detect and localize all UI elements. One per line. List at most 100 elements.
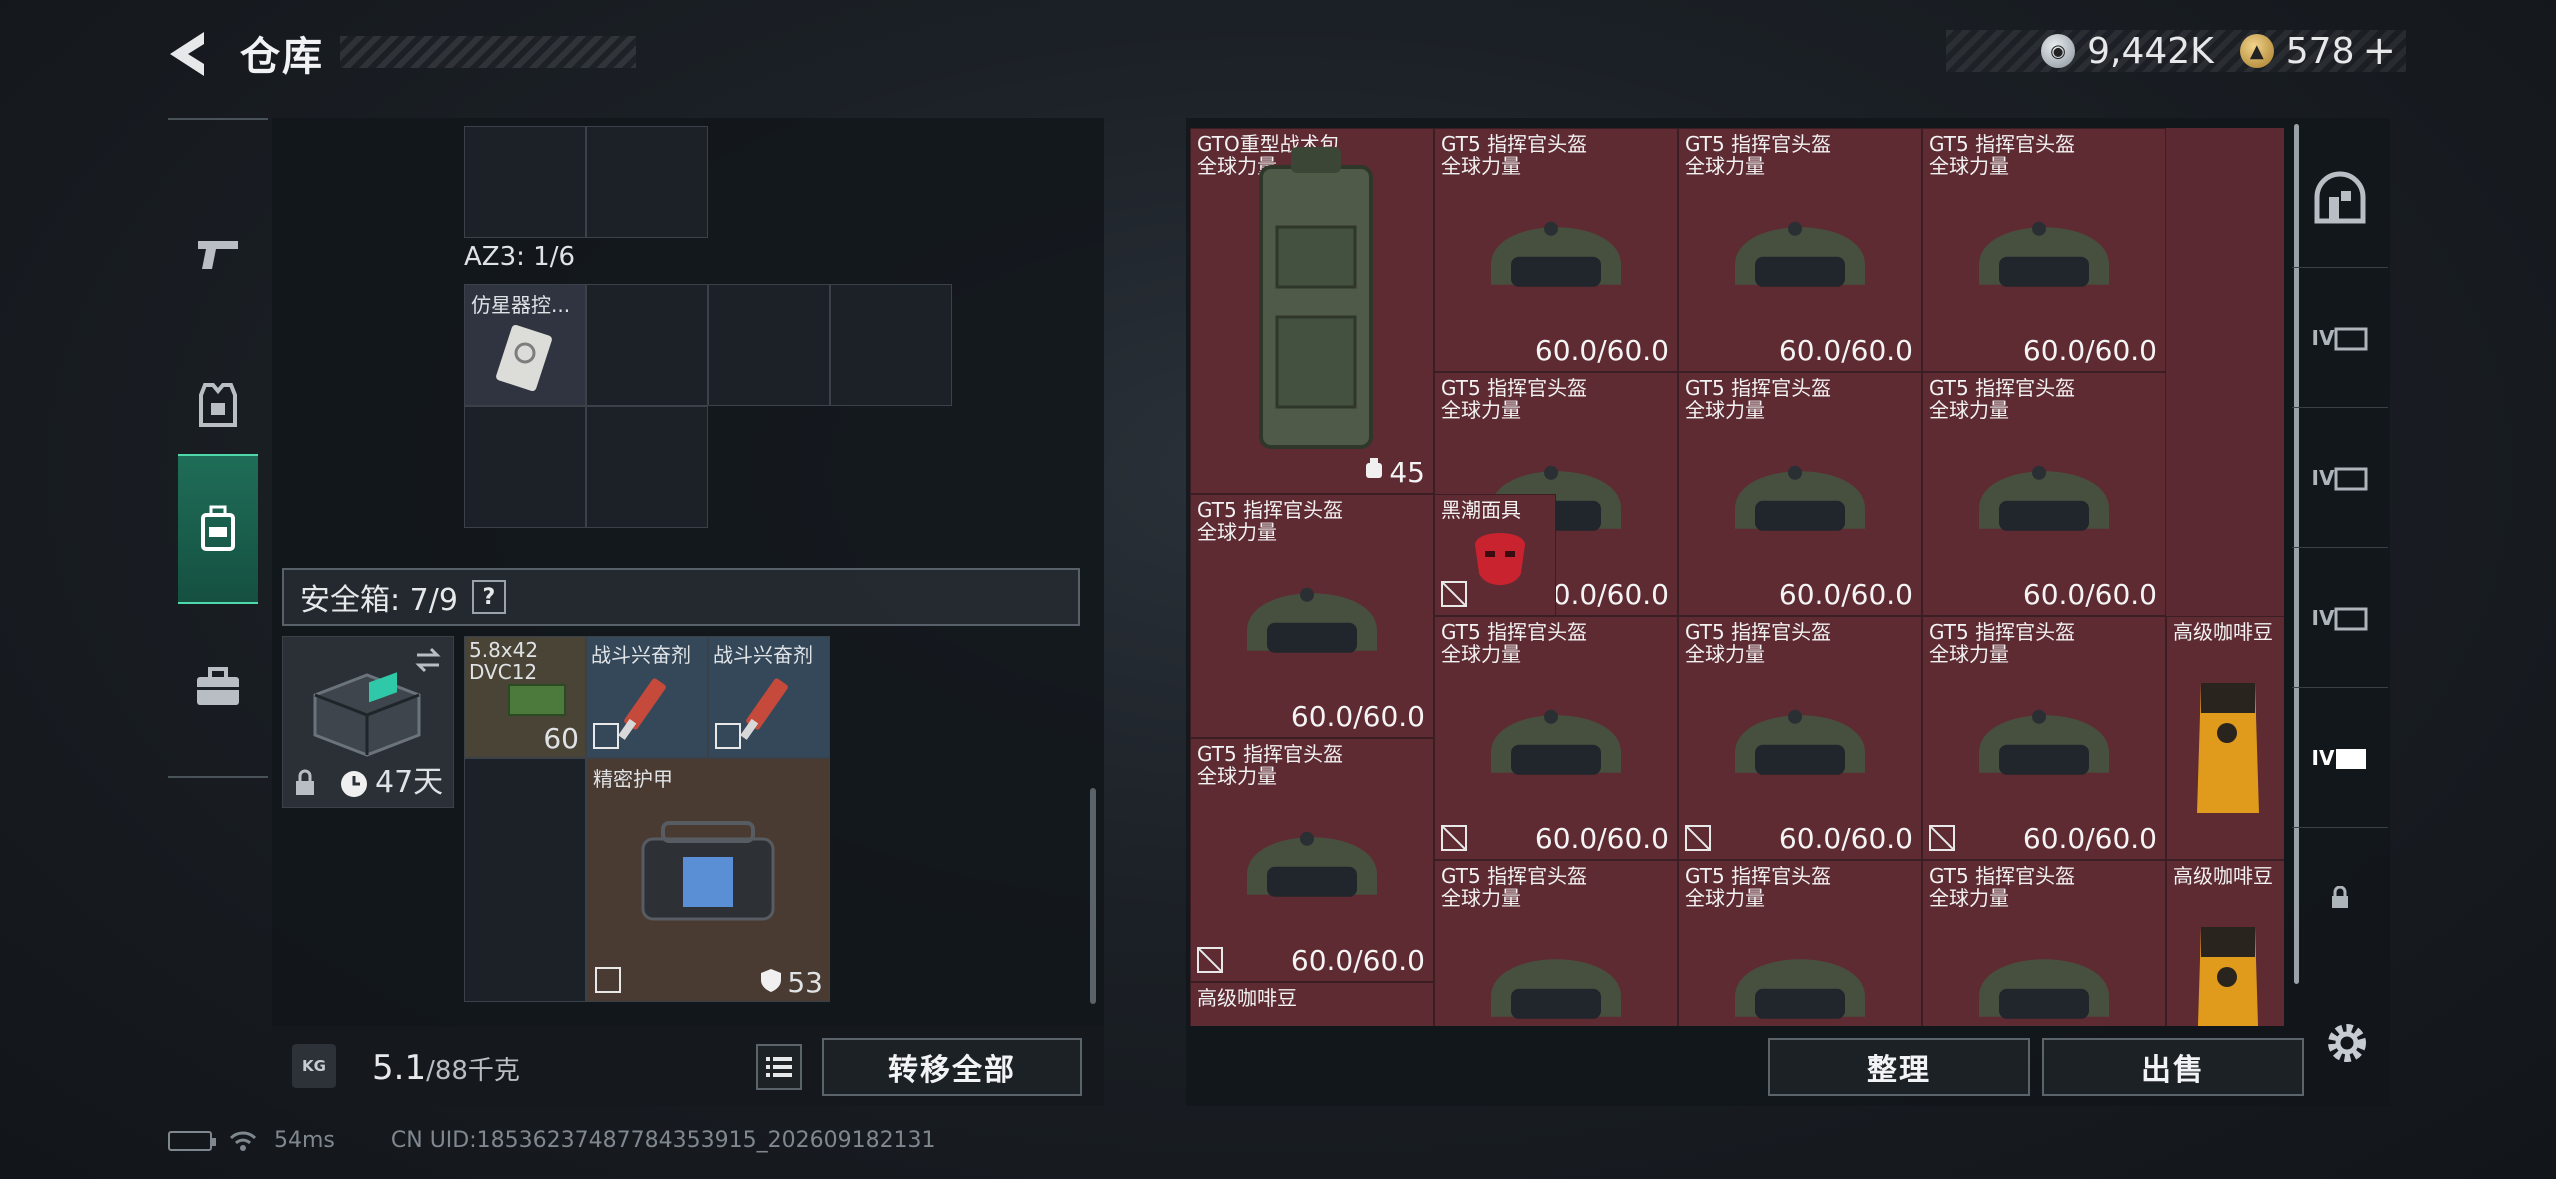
battery-icon — [168, 1130, 216, 1151]
helmet-icon — [1247, 587, 1377, 653]
item-name: 高级咖啡豆 — [2173, 864, 2273, 888]
item-name: GT5 指挥官头盔 全球力量 — [1685, 376, 1832, 422]
stimulant-item[interactable]: 战斗兴奋剂 — [708, 636, 830, 758]
mask-icon — [1475, 533, 1525, 585]
shelf-icon — [2336, 748, 2367, 769]
helmet-item[interactable]: GT5 指挥官头盔 全球力量 60.0/60.0 — [1678, 616, 1922, 860]
safe-box-label: 安全箱: 7/9 — [300, 583, 458, 618]
grid-slot[interactable] — [586, 406, 708, 528]
item-name: GT5 指挥官头盔 全球力量 — [1929, 132, 2076, 178]
safe-box-bar: 安全箱: 7/9 ? — [282, 568, 1080, 626]
ammo-box-icon — [508, 684, 566, 716]
helmet-item[interactable]: GT5 指挥官头盔 全球力量 — [1434, 860, 1678, 1026]
controller-device-icon — [496, 324, 552, 392]
rail-item-page-4[interactable]: IV — [2292, 688, 2388, 828]
weight-max: /88千克 — [426, 1056, 520, 1086]
coffee-bag-icon — [2197, 927, 2259, 1026]
az3-capacity-label: AZ3: 1/6 — [464, 242, 576, 272]
backpack-item[interactable]: GTO重型战术包 全球力量 45 — [1190, 128, 1434, 494]
add-currency-button[interactable]: + — [2362, 28, 2396, 74]
organize-button[interactable]: 整理 — [1768, 1038, 2030, 1096]
item-durability: 60.0/60.0 — [1778, 334, 1913, 367]
coffee-item[interactable]: 高级咖啡豆 — [1190, 982, 1434, 1026]
lock-icon — [2332, 886, 2348, 908]
helmet-icon — [1491, 709, 1621, 775]
shelf-icon — [2334, 607, 2368, 630]
safe-box-card[interactable]: 47天 — [282, 636, 454, 808]
mask-item[interactable]: 黑潮面具 — [1434, 494, 1556, 616]
toolbox-icon — [197, 667, 239, 705]
helmet-icon — [1491, 221, 1621, 287]
helmet-item[interactable]: GT5 指挥官头盔 全球力量 60.0/60.0 — [1678, 128, 1922, 372]
list-icon — [766, 1057, 792, 1077]
item-name: GT5 指挥官头盔 全球力量 — [1197, 742, 1344, 788]
item-durability: 60.0/60.0 — [1778, 822, 1913, 855]
weight-bar: KG 5.1/88千克 转移全部 — [272, 1026, 1104, 1106]
helmet-item[interactable]: GT5 指挥官头盔 全球力量 60.0/60.0 — [1434, 128, 1678, 372]
container-panel: AZ3: 1/6 仿星器控... 安全箱: 7/9 ? 47天 5.8x42 D… — [272, 118, 1104, 1106]
weight-value: 5.1/88千克 — [372, 1048, 520, 1088]
rail-item-page-2[interactable]: IV — [2292, 408, 2388, 548]
warehouse-icon — [2314, 171, 2366, 223]
item-qty: 45 — [1389, 456, 1425, 489]
gold-amount: 578 — [2285, 30, 2355, 72]
item-durability: 60.0/60.0 — [1290, 700, 1425, 733]
helmet-item[interactable]: GT5 指挥官头盔 全球力量 60.0/60.0 — [1922, 128, 2166, 372]
grid-slot[interactable] — [586, 284, 708, 406]
item-name: GT5 指挥官头盔 全球力量 — [1441, 376, 1588, 422]
helmet-item[interactable]: GT5 指挥官头盔 全球力量 — [1922, 860, 2166, 1026]
helmet-item[interactable]: GT5 指挥官头盔 全球力量 — [1678, 860, 1922, 1026]
stimulant-item[interactable]: 战斗兴奋剂 — [586, 636, 708, 758]
no-insure-icon — [595, 967, 621, 993]
armor-bag-icon — [641, 821, 775, 921]
grid-slot[interactable] — [464, 406, 586, 528]
help-button[interactable]: ? — [471, 580, 506, 614]
helmet-item[interactable]: GT5 指挥官头盔 全球力量 60.0/60.0 — [1678, 372, 1922, 616]
helmet-item[interactable]: GT5 指挥官头盔 全球力量 60.0/60.0 — [1434, 616, 1678, 860]
rail-item-page-1[interactable]: IV — [2292, 268, 2388, 408]
uid-text: CN UID:18536237487784353915_202609182131 — [390, 1128, 936, 1153]
warehouse-panel: GTO重型战术包 全球力量 45 GT5 指挥官头盔 全球力量 60.0/60.… — [1186, 118, 2390, 1106]
grid-slot[interactable] — [464, 126, 586, 238]
az3-item[interactable]: 仿星器控... — [464, 284, 586, 406]
grid-slot[interactable] — [464, 758, 586, 1002]
helmet-item[interactable]: GT5 指挥官头盔 全球力量 60.0/60.0 — [1190, 494, 1434, 738]
nav-weapons[interactable] — [168, 180, 268, 330]
back-button[interactable] — [160, 26, 220, 82]
nav-backpack[interactable] — [178, 454, 258, 604]
transfer-all-button[interactable]: 转移全部 — [822, 1038, 1082, 1096]
coffee-item[interactable]: 高级咖啡豆 — [2166, 860, 2284, 1026]
helmet-item[interactable]: GT5 指挥官头盔 全球力量 60.0/60.0 — [1922, 372, 2166, 616]
rail-level-label: IV — [2311, 325, 2335, 350]
rail-item-home[interactable] — [2292, 128, 2388, 268]
shield-icon — [761, 969, 781, 992]
list-view-button[interactable] — [756, 1044, 802, 1090]
helmet-icon — [1979, 465, 2109, 531]
left-category-nav — [168, 118, 268, 778]
no-insure-icon — [593, 723, 619, 749]
no-insure-icon — [715, 723, 741, 749]
grid-slot[interactable] — [830, 284, 952, 406]
grid-slot[interactable] — [586, 126, 708, 238]
ammo-item[interactable]: 5.8x42 DVC12 60 — [464, 636, 586, 758]
armor-item[interactable]: 精密护甲 53 — [586, 758, 830, 1002]
clock-icon — [341, 771, 367, 797]
item-name: GT5 指挥官头盔 全球力量 — [1197, 498, 1344, 544]
nav-tools[interactable] — [168, 612, 268, 762]
sell-button[interactable]: 出售 — [2042, 1038, 2304, 1096]
safe-box-icon — [313, 672, 421, 757]
rail-item-locked[interactable] — [2292, 828, 2388, 968]
shelf-icon — [2334, 327, 2368, 350]
helmet-icon — [1735, 465, 1865, 531]
helmet-item[interactable]: GT5 指挥官头盔 全球力量 60.0/60.0 — [1922, 616, 2166, 860]
grid-slot[interactable] — [708, 284, 830, 406]
currency-bar: ◉ 9,442K ▲ 578 + — [1946, 28, 2406, 74]
rail-item-page-3[interactable]: IV — [2292, 548, 2388, 688]
helmet-item[interactable]: GT5 指挥官头盔 全球力量 60.0/60.0 — [1190, 738, 1434, 982]
gear-icon[interactable] — [2322, 1018, 2372, 1068]
no-insure-icon — [1929, 825, 1955, 851]
no-insure-icon — [1441, 581, 1467, 607]
scrollbar[interactable] — [1090, 788, 1096, 1004]
rail-level-label: IV — [2311, 745, 2335, 770]
coffee-item[interactable]: 高级咖啡豆 — [2166, 616, 2284, 860]
